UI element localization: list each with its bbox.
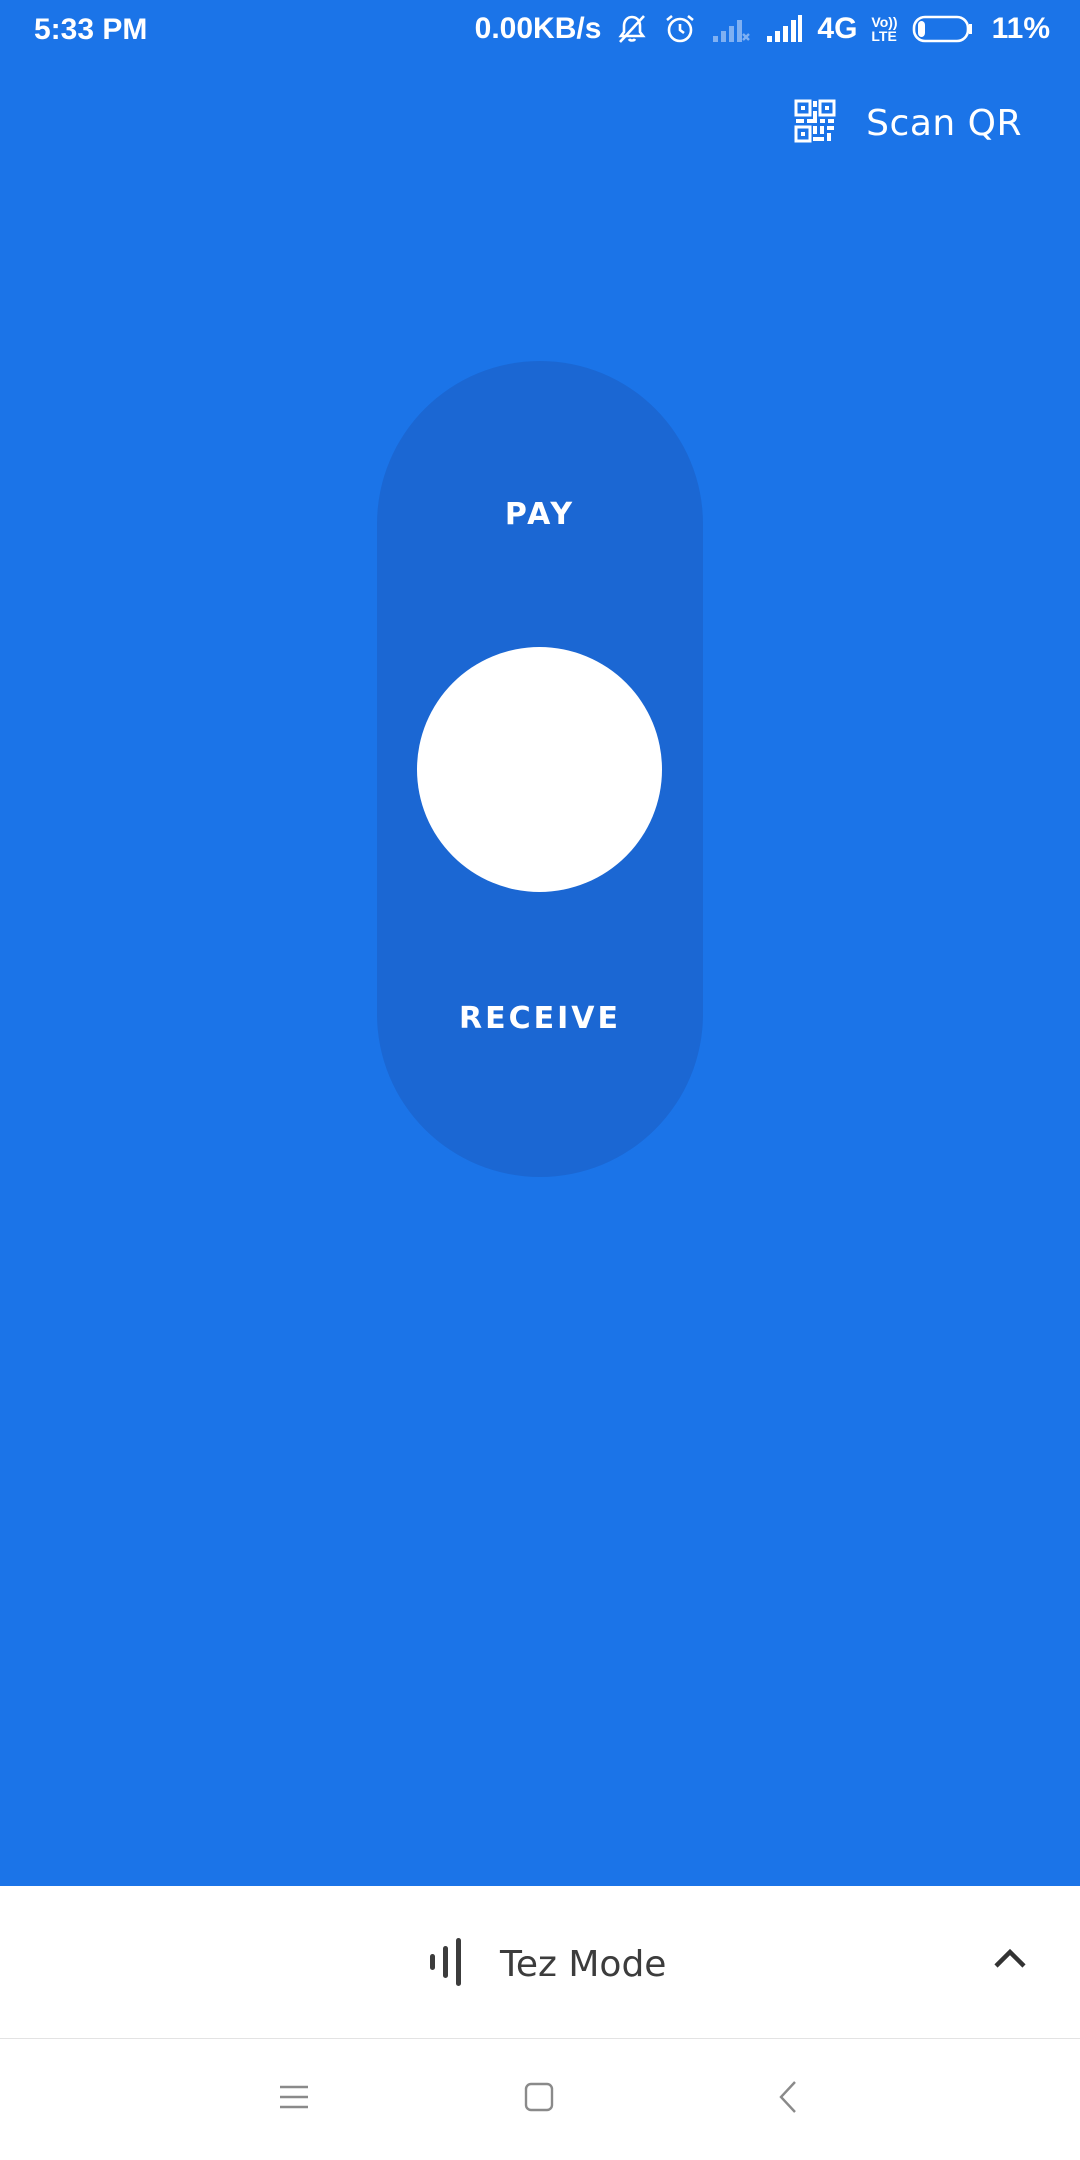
qr-code-icon (794, 99, 836, 148)
back-button[interactable] (758, 2069, 818, 2129)
signal-icon (765, 14, 803, 44)
scan-qr-label: Scan QR (866, 102, 1022, 144)
network-type: 4G (817, 12, 858, 45)
app-screen: 5:33 PM 0.00KB/s 4G Vo)) LTE 11% Scan QR… (0, 0, 1080, 2160)
tez-mode-label: Tez Mode (500, 1944, 667, 1985)
battery-icon (912, 14, 974, 44)
status-bar: 5:33 PM 0.00KB/s 4G Vo)) LTE 11% (0, 0, 1080, 62)
audio-bars-icon (428, 1938, 464, 1991)
scan-qr-button[interactable]: Scan QR (794, 96, 1022, 150)
tez-mode-bar: Tez Mode (0, 1886, 1080, 2039)
mute-icon (615, 12, 649, 46)
signal-weak-icon (711, 14, 751, 44)
volte-bottom: LTE (871, 28, 897, 44)
volte-badge: Vo)) LTE (871, 15, 897, 43)
receive-label[interactable]: RECEIVE (377, 1001, 703, 1036)
home-button[interactable] (509, 2069, 569, 2129)
home-icon (523, 2081, 555, 2118)
pay-receive-slider[interactable]: PAY RECEIVE (377, 361, 703, 1177)
menu-icon (278, 2083, 310, 2116)
status-time: 5:33 PM (34, 13, 148, 46)
slider-knob[interactable] (417, 647, 662, 892)
chevron-up-icon (993, 1947, 1027, 1974)
battery-percent: 11% (991, 12, 1050, 45)
tez-mode-toggle[interactable]: Tez Mode (428, 1938, 666, 1991)
expand-button[interactable] (980, 1930, 1040, 1990)
recent-apps-button[interactable] (264, 2069, 324, 2129)
alarm-icon (663, 12, 697, 46)
status-icons: 0.00KB/s 4G Vo)) LTE 11% (475, 12, 1050, 46)
volte-top: Vo)) (871, 14, 898, 30)
pay-label[interactable]: PAY (377, 497, 703, 532)
back-icon (777, 2079, 799, 2120)
network-speed: 0.00KB/s (474, 12, 602, 45)
navigation-bar (0, 2039, 1080, 2160)
